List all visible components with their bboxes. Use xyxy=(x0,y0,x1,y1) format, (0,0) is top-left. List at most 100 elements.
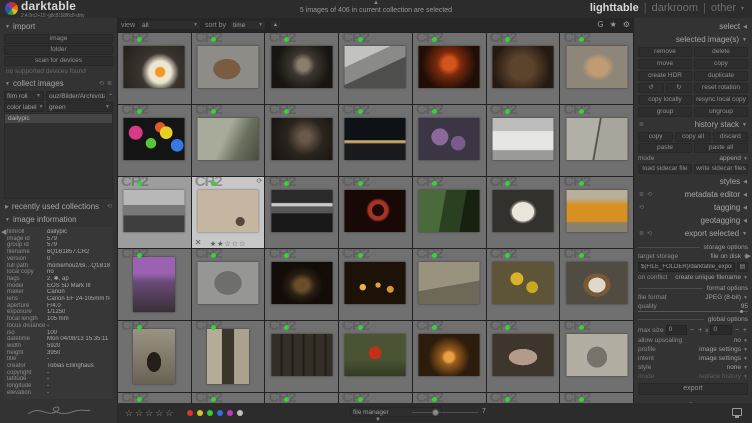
styles-module-header[interactable]: styles ◀ xyxy=(638,175,748,188)
copy-history-button[interactable]: copy xyxy=(638,132,674,142)
thumbnail-partial-3[interactable]: CR2 xyxy=(265,393,339,403)
move-button[interactable]: move xyxy=(638,59,692,69)
decrement-button[interactable]: − xyxy=(734,327,740,334)
copy-locally-button[interactable]: copy locally xyxy=(638,95,692,105)
metadata-editor-module-header[interactable]: ≣ ⟲ metadata editor ◀ xyxy=(638,188,748,201)
thumbnail-building-bw[interactable]: CR2 xyxy=(339,33,412,104)
view-filter-select[interactable]: all ▼ xyxy=(139,20,202,30)
thumbnail-night-pier[interactable]: CR2 xyxy=(339,105,412,176)
profile-select[interactable]: image settings ▼ xyxy=(699,346,748,353)
thumbnail-partial-6[interactable]: CR2 xyxy=(486,393,560,403)
color-label-green[interactable] xyxy=(207,410,213,416)
reject-icon[interactable]: ✕ xyxy=(195,239,202,247)
bottom-panel-expander[interactable]: ▼ xyxy=(375,417,381,423)
increment-button[interactable]: + xyxy=(697,327,703,334)
file-format-select[interactable]: JPEG (8-bit) ▼ xyxy=(705,294,748,301)
view-darkroom[interactable]: darkroom xyxy=(652,2,698,14)
import-image-button[interactable]: image xyxy=(4,34,113,44)
paste-history-button[interactable]: paste xyxy=(638,143,692,153)
thumbnail-sink[interactable]: CR2 xyxy=(486,105,560,176)
load-sidecar-file-button[interactable]: load sidecar file xyxy=(638,164,692,174)
thumbnail-street-bw[interactable]: CR2 xyxy=(118,177,191,248)
thumbnail-white-egg[interactable]: CR2 xyxy=(486,177,560,248)
view-other[interactable]: other xyxy=(711,2,736,14)
style-select[interactable]: none ▼ xyxy=(727,364,748,371)
thumbnail-purple-flowers[interactable]: CR2 xyxy=(412,105,486,176)
presets-icon[interactable]: ≣ xyxy=(639,121,644,128)
thumbnail-candle-jar[interactable]: CR2 xyxy=(412,321,486,392)
thumbnail-fern[interactable]: CR2 xyxy=(412,177,486,248)
thumbnail-partial-1[interactable]: CR2 xyxy=(118,393,191,403)
remove-button[interactable]: remove xyxy=(638,47,692,57)
collect-images-module-header[interactable]: ▼ collect images ⟲ ≣ xyxy=(4,77,113,90)
selected-images-module-header[interactable]: selected image(s) ▼ xyxy=(638,33,748,46)
chevron-down-icon[interactable]: ▾ xyxy=(741,5,744,12)
thumbnail-branch-buds[interactable]: CR2 xyxy=(191,105,265,176)
recently-used-collections-header[interactable]: ▶ recently used collections ⟲ xyxy=(4,200,113,213)
grouping-icon[interactable]: G xyxy=(597,20,603,30)
browse-folder-icon[interactable]: ▤ xyxy=(737,262,748,272)
thumbnail-orange-drink[interactable]: CR2 xyxy=(560,177,633,248)
thumbnail-graffiti-wall[interactable]: CR2 xyxy=(412,249,486,320)
sort-ascending-button[interactable]: ▲ xyxy=(270,20,282,30)
collect-rule2-field-select[interactable]: color label ▼ xyxy=(4,102,44,112)
increment-button[interactable]: + xyxy=(742,327,748,334)
thumbnail-partial-7[interactable]: CR2 xyxy=(560,393,633,403)
history-mode-select[interactable]: append ▼ xyxy=(719,155,748,162)
thumbnail-graffiti-hearts[interactable]: CR2 xyxy=(118,105,191,176)
thumbnail-candles[interactable]: CR2 xyxy=(339,249,412,320)
delete-button[interactable]: delete xyxy=(694,47,748,57)
thumbnail-lidded-pot[interactable]: CR2 xyxy=(486,321,560,392)
presets-icon[interactable]: ⟲ xyxy=(647,191,652,198)
collection-list-item[interactable]: dailypic xyxy=(5,114,112,123)
color-label-blue[interactable] xyxy=(217,410,223,416)
color-label-purple[interactable] xyxy=(227,410,233,416)
thumbnail-boar[interactable]: CR2 xyxy=(486,33,560,104)
thumbnail-stone-lantern[interactable]: CR2 xyxy=(560,321,633,392)
thumbnail-purple-hair[interactable]: CR2 xyxy=(118,249,191,320)
reset-rotation-button[interactable]: reset rotation xyxy=(694,83,748,93)
max-width-input[interactable]: 0 xyxy=(665,325,688,335)
thumbnail-fried-egg[interactable]: CR2 xyxy=(118,33,191,104)
collapse-left-panel-arrow[interactable]: ◀ xyxy=(1,228,6,236)
thumbnail-partial-5[interactable]: CR2 xyxy=(412,393,486,403)
duplicate-button[interactable]: duplicate xyxy=(694,71,748,81)
thumbnail-dark-portrait[interactable]: CR2 xyxy=(265,105,339,176)
thumbnail-skull[interactable]: CR2 xyxy=(191,33,265,104)
zoom-slider-knob[interactable] xyxy=(432,409,439,416)
export-selected-module-header[interactable]: ≣ ⟲ export selected ▼ xyxy=(638,227,748,240)
thumbnail-calf[interactable]: CR2 xyxy=(560,33,633,104)
thumbnail-red-lamp[interactable]: CR2 xyxy=(412,33,486,104)
target-storage-select[interactable]: file on disk ▼ xyxy=(710,253,748,260)
rotate-cw-button[interactable]: ↻ xyxy=(666,83,692,93)
thumbnail-stone-tower[interactable]: CR2 xyxy=(118,321,191,392)
view-lighttable[interactable]: lighttable xyxy=(590,2,639,14)
max-height-input[interactable]: 0 xyxy=(710,325,732,335)
group-button[interactable]: group xyxy=(638,107,692,117)
thumbnail-dark-arch[interactable]: CR2 xyxy=(265,249,339,320)
export-path-input[interactable] xyxy=(638,262,735,272)
thumbnail-rating-stars[interactable]: ★★☆☆☆ xyxy=(210,240,246,248)
allow-upscaling-select[interactable]: no ▼ xyxy=(734,337,748,344)
presets-icon[interactable]: ⟲ xyxy=(639,204,644,211)
thumbnail-subway-bw[interactable]: CR2 xyxy=(265,177,339,248)
discard-history-button[interactable]: discard xyxy=(712,132,748,142)
thumbnail-gravel[interactable]: CR2 ✕ ★★☆☆☆ ⟳ xyxy=(191,177,265,248)
color-label-yellow[interactable] xyxy=(197,410,203,416)
collect-rule2-value-select[interactable]: green ▼ xyxy=(46,102,113,112)
preferences-icon[interactable]: ⚙ xyxy=(623,20,630,30)
paste-all-history-button[interactable]: paste all xyxy=(694,143,748,153)
presets-icon[interactable]: ⟲ xyxy=(107,203,112,210)
thumbnail-red-tulip[interactable]: CR2 xyxy=(339,321,412,392)
reset-icon[interactable]: ≣ xyxy=(639,230,644,237)
resync-local-copy-button[interactable]: resync local copy xyxy=(694,95,748,105)
write-sidecar-files-button[interactable]: write sidecar files xyxy=(694,164,748,174)
thumbnail-red-bokeh[interactable]: CR2 xyxy=(339,177,412,248)
rating-stars-filter[interactable]: ☆☆☆☆☆ xyxy=(125,408,175,419)
quality-slider[interactable] xyxy=(638,310,748,313)
thumbnail-stone-window[interactable]: CR2 xyxy=(191,321,265,392)
ungroup-button[interactable]: ungroup xyxy=(694,107,748,117)
copy-button[interactable]: copy xyxy=(694,59,748,69)
rotate-ccw-button[interactable]: ↺ xyxy=(638,83,664,93)
collect-rule1-field-select[interactable]: film roll ▼ xyxy=(4,91,44,101)
